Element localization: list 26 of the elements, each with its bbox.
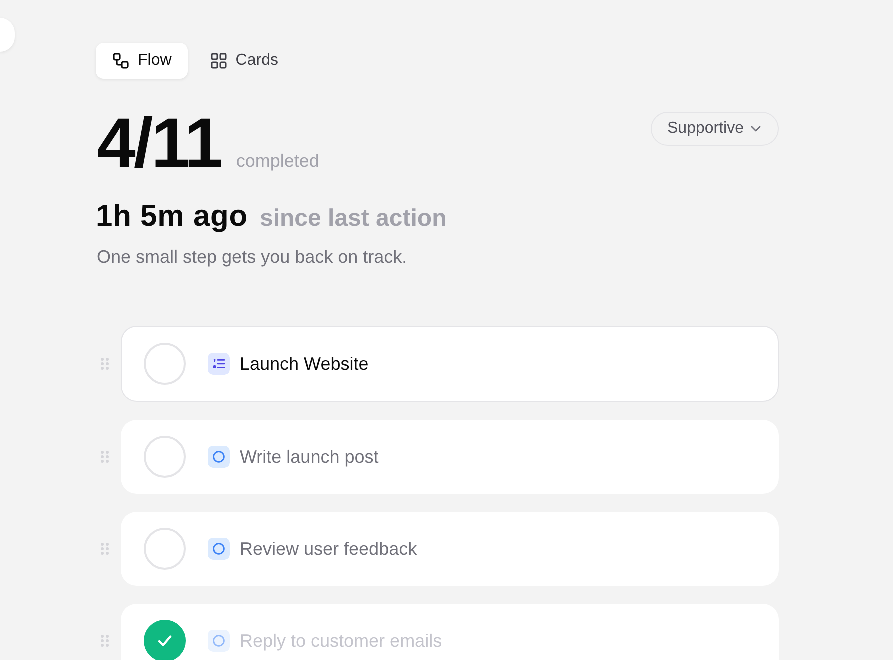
completed-label: completed — [236, 151, 320, 172]
task-title: Write launch post — [240, 446, 379, 468]
view-tab[interactable]: Flow — [96, 43, 188, 79]
task-title: Launch Website — [240, 354, 369, 374]
drag-handle-icon[interactable] — [101, 635, 109, 647]
task-card[interactable]: Write launch post — [121, 420, 779, 494]
flow-icon — [113, 53, 129, 69]
drag-handle-icon[interactable] — [101, 451, 109, 463]
task-title: Reply to customer emails — [240, 630, 442, 652]
side-toggle-button[interactable] — [0, 18, 15, 52]
encouragement-text: One small step gets you back on track. — [97, 246, 408, 269]
chevron-down-icon — [751, 126, 761, 132]
since-label: since last action — [260, 205, 447, 233]
task-checkbox[interactable] — [144, 620, 186, 660]
list-icon — [208, 353, 230, 375]
elapsed-time: 1h 5m ago — [96, 199, 248, 235]
tone-dropdown[interactable]: Supportive — [650, 112, 779, 146]
task-card[interactable]: Launch Website — [121, 326, 779, 402]
drag-handle-icon[interactable] — [101, 358, 109, 370]
drag-handle-icon[interactable] — [101, 543, 109, 555]
task-card[interactable]: Review user feedback — [121, 512, 779, 586]
check-icon — [158, 635, 172, 647]
view-tab[interactable]: Cards — [194, 43, 294, 79]
task-title: Review user feedback — [240, 538, 418, 560]
grid-icon — [210, 53, 227, 69]
completed-count: 4/11 — [97, 107, 222, 179]
